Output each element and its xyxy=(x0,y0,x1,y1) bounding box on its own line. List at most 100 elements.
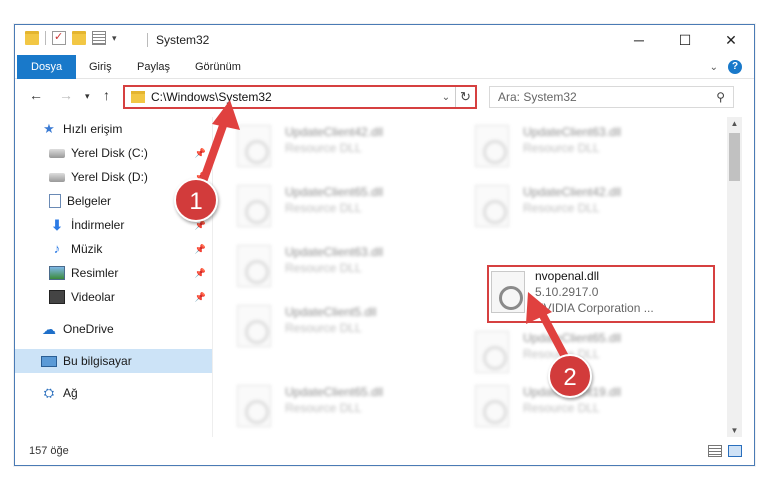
dll-file-icon xyxy=(237,125,271,167)
sidebar-item-pictures[interactable]: Resimler 📌 xyxy=(15,261,212,285)
dll-file-icon xyxy=(475,331,509,373)
search-placeholder: Ara: System32 xyxy=(498,90,577,104)
ribbon-right: ⌄ ? xyxy=(710,60,742,74)
file-description: Resource DLL xyxy=(523,201,600,215)
pin-icon[interactable]: 📌 xyxy=(195,148,206,159)
file-description: Resource DLL xyxy=(285,201,362,215)
file-company: NVIDIA Corporation ... xyxy=(535,301,654,315)
sidebar-item-label: OneDrive xyxy=(63,322,114,336)
file-name: UpdateClient42.dll xyxy=(523,185,622,199)
disk-icon xyxy=(49,172,65,182)
dll-file-icon xyxy=(475,125,509,167)
refresh-icon[interactable]: ↻ xyxy=(455,87,475,107)
music-icon: ♪ xyxy=(53,241,61,256)
sidebar-item-label: Yerel Disk (C:) xyxy=(71,146,148,160)
forward-arrow-icon[interactable]: → xyxy=(59,87,73,103)
explorer-window: ▾ System32 ─ ☐ ✕ Dosya Giriş Paylaş Görü… xyxy=(14,24,755,466)
sidebar-item-music[interactable]: ♪ Müzik 📌 xyxy=(15,237,212,261)
search-input[interactable]: Ara: System32 ⚲ xyxy=(489,86,734,108)
file-description: Resource DLL xyxy=(285,321,362,335)
file-name: UpdateClient65.dll xyxy=(285,385,384,399)
file-tile[interactable]: UpdateClient63.dll Resource DLL xyxy=(225,239,453,293)
tab-gorunum[interactable]: Görünüm xyxy=(195,55,241,79)
help-icon[interactable]: ? xyxy=(728,60,742,74)
sidebar-item-videos[interactable]: Videolar 📌 xyxy=(15,285,212,309)
sidebar-item-label: Belgeler xyxy=(67,194,112,208)
vertical-scrollbar[interactable]: ▲ ▼ xyxy=(727,117,742,437)
sidebar-item-label: İndirmeler xyxy=(71,218,125,232)
properties-icon[interactable] xyxy=(92,31,106,45)
pin-icon[interactable]: 📌 xyxy=(195,292,206,303)
file-tile[interactable]: UpdateClient42.dll Resource DLL xyxy=(225,119,453,173)
maximize-button[interactable]: ☐ xyxy=(662,25,708,55)
address-dropdown-icon[interactable]: ⌄ xyxy=(437,92,455,103)
file-name: UpdateClient63.dll xyxy=(285,245,384,259)
sidebar-item-disk-c[interactable]: Yerel Disk (C:) 📌 xyxy=(15,141,212,165)
minimize-button[interactable]: ─ xyxy=(616,25,662,55)
properties-check-icon[interactable] xyxy=(52,30,66,45)
dll-file-icon xyxy=(237,245,271,287)
search-icon[interactable]: ⚲ xyxy=(716,90,725,104)
back-arrow-icon[interactable]: ← xyxy=(29,87,43,103)
file-tile[interactable]: UpdateClient65.dll Resource DLL xyxy=(225,179,453,233)
file-tile[interactable]: UpdateClient65.dll Resource DLL xyxy=(225,379,453,433)
file-description: Resource DLL xyxy=(285,261,362,275)
sidebar-item-label: Müzik xyxy=(71,242,103,256)
file-tile[interactable]: UpdateClient5.dll Resource DLL xyxy=(225,299,453,353)
file-version: 5.10.2917.0 xyxy=(535,285,599,299)
tab-dosya[interactable]: Dosya xyxy=(17,55,77,79)
sidebar-item-onedrive[interactable]: ☁ OneDrive xyxy=(15,317,212,341)
tab-giris[interactable]: Giriş xyxy=(89,55,112,79)
sidebar-item-label: Bu bilgisayar xyxy=(63,354,132,368)
file-tile[interactable]: UpdateClient63.dll Resource DLL xyxy=(463,119,691,173)
sidebar-item-network[interactable]: ⛭ Ağ xyxy=(15,381,212,405)
document-icon xyxy=(49,194,61,208)
file-description: Resource DLL xyxy=(285,401,362,415)
sidebar-item-label: Yerel Disk (D:) xyxy=(71,170,148,184)
file-tile-nvopenal[interactable]: nvopenal.dll 5.10.2917.0 NVIDIA Corporat… xyxy=(487,265,715,323)
tiles-view-icon[interactable] xyxy=(728,445,742,457)
expand-ribbon-icon[interactable]: ⌄ xyxy=(710,62,718,73)
address-path[interactable]: C:\Windows\System32 xyxy=(151,90,437,104)
pin-icon[interactable]: 📌 xyxy=(195,244,206,255)
file-list: UpdateClient42.dll Resource DLL UpdateCl… xyxy=(225,117,725,437)
sidebar-item-label: Resimler xyxy=(71,266,119,280)
scroll-down-icon[interactable]: ▼ xyxy=(727,426,742,435)
details-view-icon[interactable] xyxy=(708,445,722,457)
scroll-thumb[interactable] xyxy=(729,133,740,181)
dll-file-icon xyxy=(237,185,271,227)
pin-icon[interactable]: 📌 xyxy=(195,268,206,279)
scroll-up-icon[interactable]: ▲ xyxy=(727,119,742,128)
recent-locations-icon[interactable]: ▾ xyxy=(85,91,90,102)
dll-file-icon xyxy=(475,185,509,227)
tab-paylas[interactable]: Paylaş xyxy=(137,55,170,79)
disk-icon xyxy=(49,148,65,158)
close-button[interactable]: ✕ xyxy=(708,25,754,55)
window-controls: ─ ☐ ✕ xyxy=(616,25,754,55)
download-icon: ⬇ xyxy=(51,217,63,233)
title-bar: ▾ System32 ─ ☐ ✕ xyxy=(15,25,754,55)
callout-badge-2: 2 xyxy=(548,354,592,398)
file-name: UpdateClient42.dll xyxy=(285,125,384,139)
cloud-icon: ☁ xyxy=(42,321,56,337)
sidebar-item-this-pc[interactable]: Bu bilgisayar xyxy=(15,349,212,373)
sidebar-item-quick-access[interactable]: ★ Hızlı erişim xyxy=(15,117,212,141)
address-bar[interactable]: C:\Windows\System32 ⌄ ↻ xyxy=(123,85,477,109)
dll-file-icon xyxy=(237,305,271,347)
qat-dropdown-icon[interactable]: ▾ xyxy=(112,33,117,44)
video-icon xyxy=(49,290,65,304)
pane-divider xyxy=(212,117,213,437)
file-tile[interactable]: UpdateClient42.dll Resource DLL xyxy=(463,179,691,233)
star-icon: ★ xyxy=(43,121,55,136)
file-description: Resource DLL xyxy=(285,141,362,155)
folder-icon xyxy=(131,91,145,103)
file-name: UpdateClient65.dll xyxy=(285,185,384,199)
up-arrow-icon[interactable]: ↑ xyxy=(103,87,110,103)
file-name: UpdateClient5.dll xyxy=(285,305,377,319)
computer-icon xyxy=(41,355,57,367)
navigation-row: ← → ▾ ↑ C:\Windows\System32 ⌄ ↻ Ara: Sys… xyxy=(15,83,754,111)
new-folder-icon[interactable] xyxy=(72,31,86,45)
network-icon: ⛭ xyxy=(43,385,55,400)
window-title: System32 xyxy=(156,33,210,47)
title-divider xyxy=(147,33,148,47)
